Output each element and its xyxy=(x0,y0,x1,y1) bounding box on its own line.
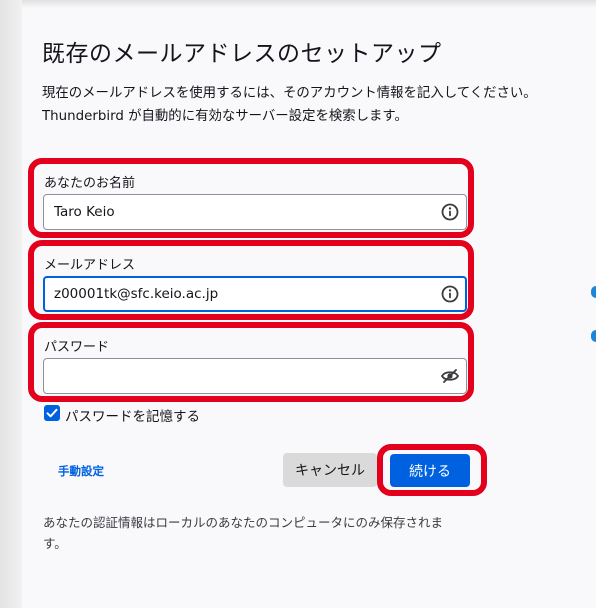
edge-indicator xyxy=(591,286,596,298)
continue-button[interactable]: 続ける xyxy=(390,454,470,487)
page-description: 現在のメールアドレスを使用するには、そのアカウント情報を記入してください。 Th… xyxy=(42,82,537,128)
cancel-button[interactable]: キャンセル xyxy=(283,453,377,487)
description-line-1: 現在のメールアドレスを使用するには、そのアカウント情報を記入してください。 xyxy=(42,86,537,101)
edge-indicator xyxy=(591,330,596,342)
remember-password-label[interactable]: パスワードを記憶する xyxy=(65,405,200,425)
info-icon[interactable] xyxy=(440,202,460,222)
email-input[interactable] xyxy=(43,276,467,312)
email-label: メールアドレス xyxy=(44,258,136,273)
credentials-footnote: あなたの認証情報はローカルのあなたのコンピュータにのみ保存されます。 xyxy=(43,515,444,551)
remember-password-checkbox[interactable] xyxy=(44,405,60,421)
name-input[interactable] xyxy=(43,194,467,230)
eye-slash-icon[interactable] xyxy=(440,366,460,386)
description-line-2: Thunderbird が自動的に有効なサーバー設定を検索します。 xyxy=(42,109,408,124)
page-title: 既存のメールアドレスのセットアップ xyxy=(42,41,442,67)
window-edge-shade xyxy=(0,0,22,608)
password-input[interactable] xyxy=(43,358,467,394)
manual-config-link[interactable]: 手動設定 xyxy=(58,463,104,479)
password-label: パスワード xyxy=(44,340,110,355)
info-icon[interactable] xyxy=(440,284,460,304)
panel-top-shadow xyxy=(22,0,596,8)
name-label: あなたのお名前 xyxy=(44,176,136,191)
